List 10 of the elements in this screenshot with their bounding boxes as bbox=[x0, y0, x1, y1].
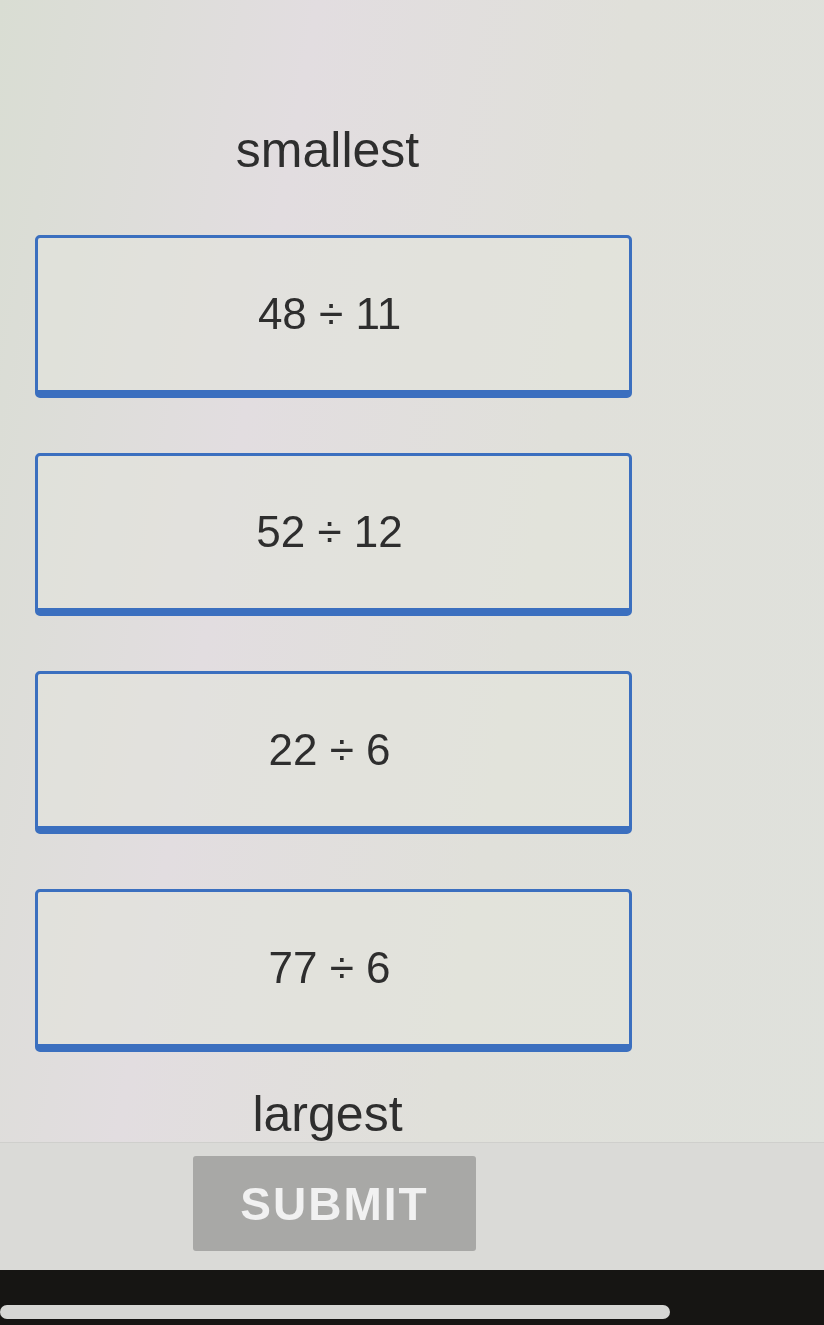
division-expression: 52 ÷ 12 bbox=[256, 506, 403, 558]
answer-card[interactable]: 77 ÷ 6 bbox=[35, 889, 632, 1052]
division-expression: 77 ÷ 6 bbox=[268, 942, 391, 994]
division-expression: 22 ÷ 6 bbox=[268, 724, 391, 776]
smallest-label: smallest bbox=[235, 121, 420, 180]
division-expression: 48 ÷ 11 bbox=[257, 288, 402, 340]
answer-card[interactable]: 22 ÷ 6 bbox=[35, 671, 632, 834]
answer-card[interactable]: 48 ÷ 11 bbox=[35, 235, 632, 398]
largest-label: largest bbox=[252, 1088, 403, 1140]
answer-card[interactable]: 52 ÷ 12 bbox=[35, 453, 632, 616]
